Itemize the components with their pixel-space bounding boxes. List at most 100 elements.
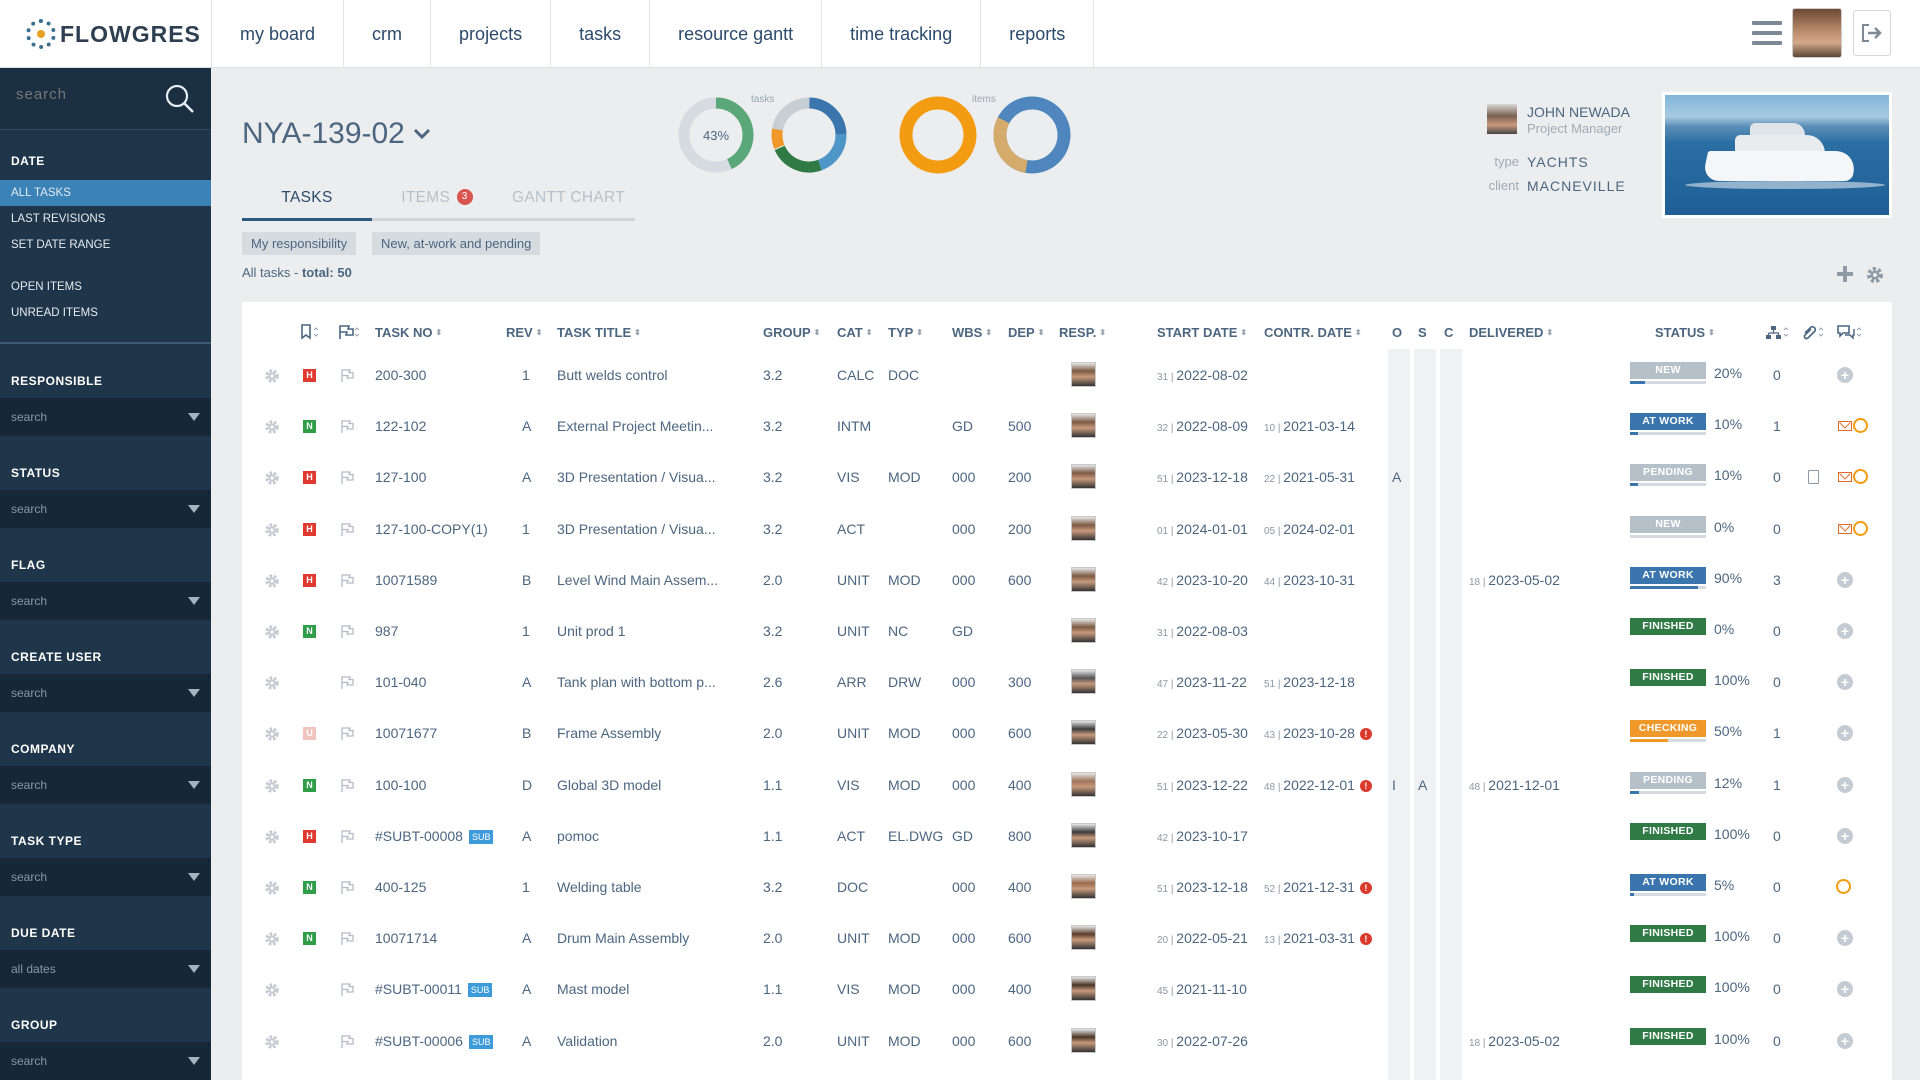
sidebar-item-open-items[interactable]: OPEN ITEMS [0,274,211,300]
status-badge[interactable]: CHECKING [1630,720,1706,737]
comment-ring-icon[interactable] [1853,521,1868,536]
nav-resource-gantt[interactable]: resource gantt [650,0,823,68]
add-comment-icon[interactable]: + [1837,674,1853,690]
logout-button[interactable] [1853,10,1891,56]
column-header-s[interactable]: S [1418,325,1427,340]
row-settings-gear-icon[interactable] [264,982,280,998]
sidebar-item-set-date-range[interactable]: SET DATE RANGE [0,232,211,258]
status-badge[interactable]: AT WORK [1630,567,1706,584]
nav-crm[interactable]: crm [344,0,432,68]
responsible-avatar[interactable] [1071,464,1096,489]
column-header-c[interactable]: C [1444,325,1453,340]
status-badge[interactable]: FINISHED [1630,1028,1706,1045]
search-icon[interactable] [165,84,195,114]
task-no-cell[interactable]: #SUBT-00011 SUB [375,980,493,998]
tab-tasks[interactable]: TASKS [242,183,372,221]
row-settings-gear-icon[interactable] [264,778,280,794]
task-title-cell[interactable]: Butt welds control [557,366,668,384]
row-settings-gear-icon[interactable] [264,726,280,742]
task-title-cell[interactable]: External Project Meetin... [557,417,713,435]
nav-tasks[interactable]: tasks [551,0,651,68]
comment-ring-icon[interactable] [1836,879,1851,894]
column-header-start-date[interactable]: START DATE ⬍ [1157,325,1247,340]
status-badge[interactable]: NEW [1630,516,1706,533]
add-task-icon[interactable] [1836,265,1854,283]
responsible-avatar[interactable] [1071,772,1096,797]
flag-icon[interactable] [340,829,354,844]
comment-ring-icon[interactable] [1853,469,1868,484]
status-badge[interactable]: FINISHED [1630,976,1706,993]
project-title[interactable]: NYA-139-02 [242,117,431,151]
settings-gear-icon[interactable] [1865,265,1885,285]
nav-my-board[interactable]: my board [211,0,345,68]
task-title-cell[interactable]: Unit prod 1 [557,622,625,640]
row-settings-gear-icon[interactable] [264,829,280,845]
flag-icon[interactable] [340,726,354,741]
column-header-contr-date[interactable]: CONTR. DATE ⬍ [1264,325,1362,340]
row-settings-gear-icon[interactable] [264,573,280,589]
subtasks-header-icon[interactable] [1765,325,1789,340]
task-title-cell[interactable]: Welding table [557,878,642,896]
column-header-wbs[interactable]: WBS ⬍ [952,325,992,340]
status-badge[interactable]: PENDING [1630,772,1706,789]
document-icon[interactable] [1808,470,1819,484]
row-settings-gear-icon[interactable] [264,419,280,435]
sidebar-search-input[interactable] [16,86,156,103]
row-settings-gear-icon[interactable] [264,880,280,896]
filter-select-status[interactable]: search [0,490,211,528]
row-settings-gear-icon[interactable] [264,624,280,640]
nav-projects[interactable]: projects [431,0,552,68]
responsible-avatar[interactable] [1071,413,1096,438]
add-comment-icon[interactable]: + [1837,572,1853,588]
responsible-avatar[interactable] [1071,874,1096,899]
responsible-avatar[interactable] [1071,618,1096,643]
add-comment-icon[interactable]: + [1837,367,1853,383]
mail-icon[interactable] [1838,421,1852,431]
filter-chip-new-at-work-pending[interactable]: New, at-work and pending [372,232,541,255]
add-comment-icon[interactable]: + [1837,623,1853,639]
sidebar-item-all-tasks[interactable]: ALL TASKS [0,180,211,206]
comment-ring-icon[interactable] [1853,418,1868,433]
flag-icon[interactable] [340,931,354,946]
row-settings-gear-icon[interactable] [264,931,280,947]
filter-select-create-user[interactable]: search [0,674,211,712]
flag-icon[interactable] [340,624,354,639]
sidebar-item-last-revisions[interactable]: LAST REVISIONS [0,206,211,232]
responsible-avatar[interactable] [1071,362,1096,387]
flag-icon[interactable] [340,880,354,895]
responsible-avatar[interactable] [1071,1028,1096,1053]
row-settings-gear-icon[interactable] [264,675,280,691]
filter-select-responsible[interactable]: search [0,398,211,436]
column-header-dep[interactable]: DEP ⬍ [1008,325,1044,340]
status-badge[interactable]: FINISHED [1630,823,1706,840]
column-header-delivered[interactable]: DELIVERED ⬍ [1469,325,1553,340]
filter-chip-my-responsibility[interactable]: My responsibility [242,232,357,255]
flag-header-icon[interactable] [338,324,360,340]
status-badge[interactable]: PENDING [1630,464,1706,481]
flag-icon[interactable] [340,470,354,485]
comments-header-icon[interactable] [1836,324,1862,340]
filter-select-flag[interactable]: search [0,582,211,620]
row-settings-gear-icon[interactable] [264,1034,280,1050]
task-title-cell[interactable]: Global 3D model [557,776,661,794]
task-no-cell[interactable]: #SUBT-00006 SUB [375,1032,494,1050]
responsible-avatar[interactable] [1071,516,1096,541]
row-settings-gear-icon[interactable] [264,522,280,538]
column-header-o[interactable]: O [1392,325,1402,340]
mail-icon[interactable] [1838,524,1852,534]
flag-icon[interactable] [340,675,354,690]
task-no-cell[interactable]: 100-100 [375,776,426,794]
task-no-cell[interactable]: 400-125 [375,878,426,896]
row-settings-gear-icon[interactable] [264,368,280,384]
task-title-cell[interactable]: 3D Presentation / Visua... [557,520,716,538]
column-header-status[interactable]: STATUS ⬍ [1655,325,1715,340]
column-header-typ[interactable]: TYP ⬍ [888,325,923,340]
bookmark-header-icon[interactable] [300,324,320,340]
task-no-cell[interactable]: 987 [375,622,398,640]
column-header-group[interactable]: GROUP ⬍ [763,325,820,340]
filter-select-due-date[interactable]: all dates [0,950,211,988]
manager-name[interactable]: JOHN NEWADA [1527,104,1630,120]
status-badge[interactable]: NEW [1630,362,1706,379]
column-header-rev[interactable]: REV ⬍ [506,325,542,340]
filter-select-group[interactable]: search [0,1042,211,1080]
